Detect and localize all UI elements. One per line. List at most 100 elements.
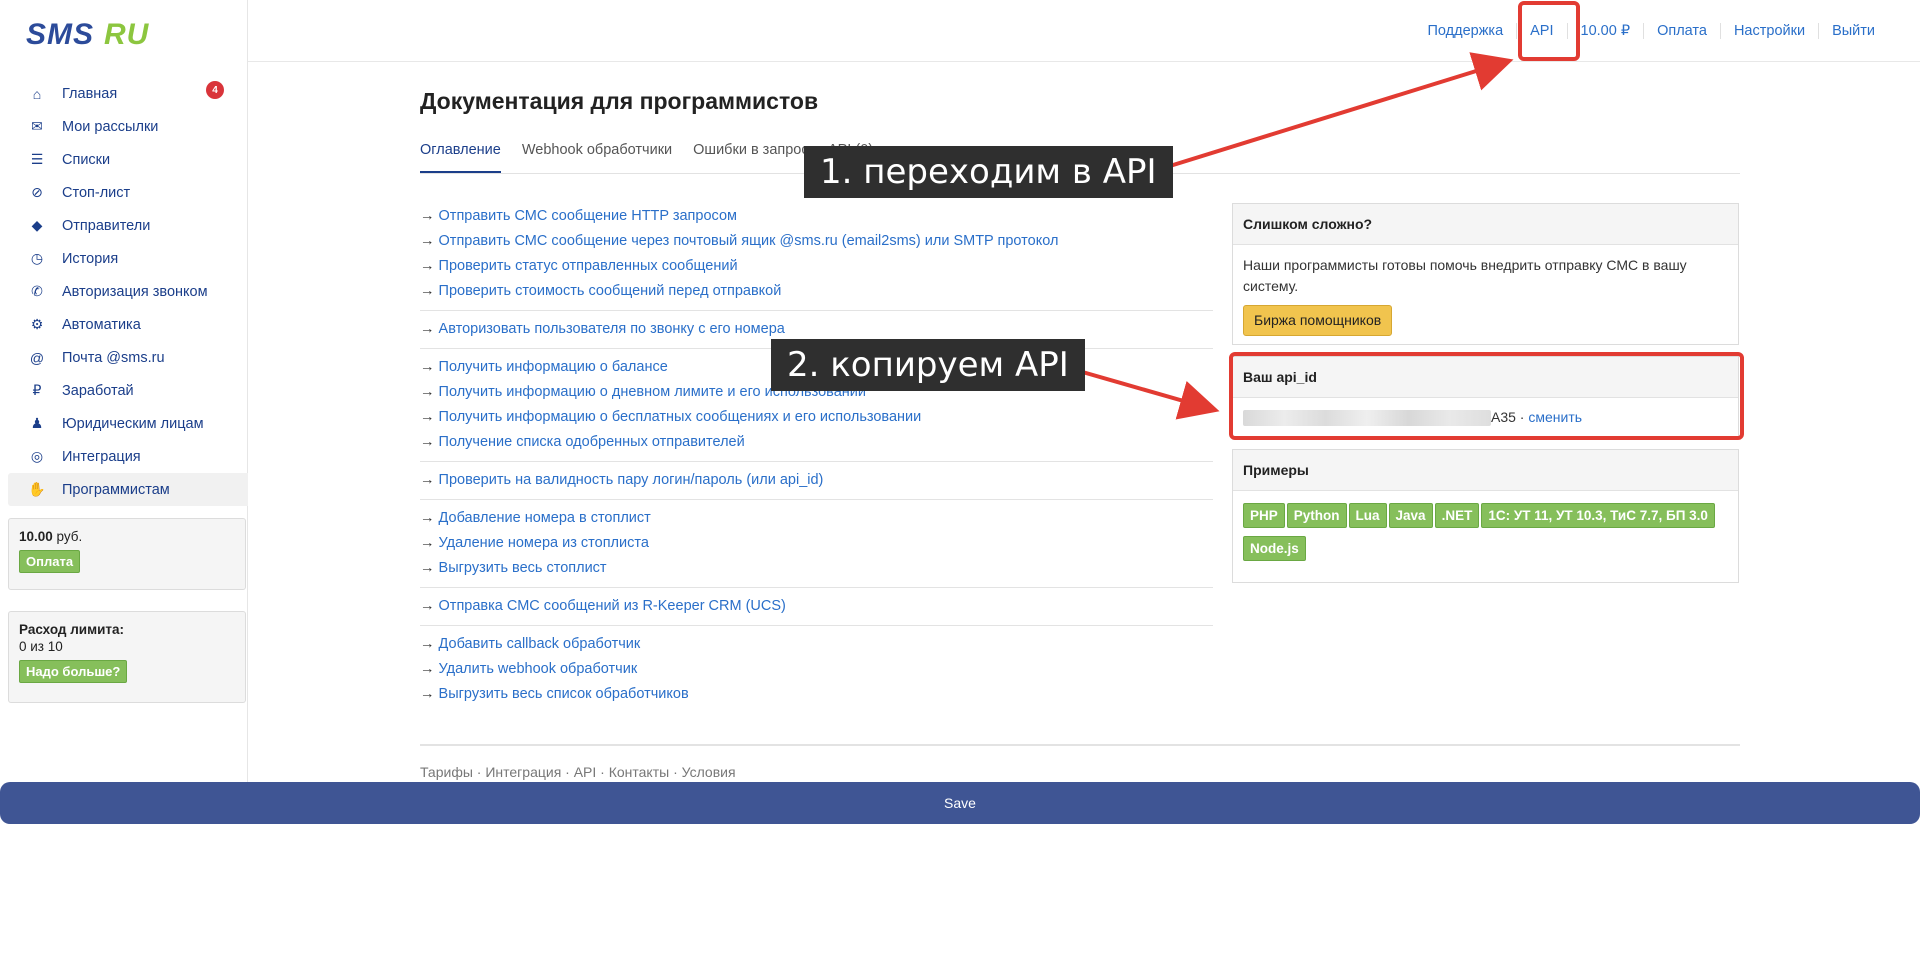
list-icon: ☰ [30, 151, 44, 167]
doc-link-row: → Получение списка одобренных отправител… [420, 430, 1213, 455]
money-icon: ₽ [32, 382, 42, 398]
notification-badge: 4 [206, 81, 224, 99]
example-lang-button[interactable]: Java [1388, 503, 1433, 528]
sidebar-item-9[interactable]: ₽ Заработай [8, 374, 248, 407]
doc-link[interactable]: Отправить СМС сообщение HTTP запросом [439, 208, 737, 224]
sidebar-item-11[interactable]: ◎ Интеграция [8, 440, 248, 473]
sidebar-item-label: Главная [62, 85, 118, 102]
doc-link[interactable]: Выгрузить весь стоплист [439, 560, 607, 576]
doc-link-row: → Отправить СМС сообщение HTTP запросом [420, 204, 1213, 229]
smsru-logo[interactable]: SMS RU [26, 16, 166, 52]
tab-webhooks[interactable]: Webhook обработчики [522, 140, 672, 173]
doc-link[interactable]: Авторизовать пользователя по звонку с ег… [439, 321, 785, 337]
example-lang-button[interactable]: Lua [1348, 503, 1387, 528]
doc-link[interactable]: Удаление номера из стоплиста [439, 535, 649, 551]
doc-link[interactable]: Получить информацию о бесплатных сообщен… [439, 409, 922, 425]
arrow-icon: → [420, 258, 439, 274]
sidebar-item-label: Почта @sms.ru [62, 349, 165, 366]
doc-link-row: → Удаление номера из стоплиста [420, 531, 1213, 556]
doc-link-row: → Получить информацию о бесплатных сообщ… [420, 405, 1213, 430]
sidebar-item-10[interactable]: ♟ Юридическим лицам [8, 407, 248, 440]
sidebar-item-label: Мои рассылки [62, 118, 159, 135]
sidebar-item-0[interactable]: ⌂ Главная 4 [8, 77, 248, 110]
sidebar-item-1[interactable]: ✉ Мои рассылки [8, 110, 248, 143]
sidebar-item-6[interactable]: ✆ Авторизация звонком [8, 275, 248, 308]
footer-links[interactable]: Тарифы · Интеграция · API · Контакты · У… [420, 764, 736, 780]
link-group: → Добавить callback обработчик → Удалить … [420, 626, 1213, 713]
save-button[interactable]: Save [0, 782, 1920, 824]
doc-link-row: → Отправить СМС сообщение через почтовый… [420, 229, 1213, 254]
phone-icon: ✆ [31, 283, 43, 299]
need-more-button[interactable]: Надо больше? [19, 660, 128, 683]
doc-link[interactable]: Отправить СМС сообщение через почтовый я… [439, 233, 1059, 249]
doc-link-row: → Удалить webhook обработчик [420, 657, 1213, 682]
doc-link[interactable]: Проверить на валидность пару логин/парол… [439, 472, 824, 488]
example-lang-button[interactable]: .NET [1434, 503, 1480, 528]
doc-link-row: → Проверить на валидность пару логин/пар… [420, 468, 1213, 493]
tag-icon: ◆ [31, 217, 43, 233]
sidebar-item-4[interactable]: ◆ Отправители [8, 209, 248, 242]
top-link-settings[interactable]: Настройки [1719, 23, 1818, 39]
top-links: Поддержка API 10.00 ₽ Оплата Настройки В… [1414, 23, 1888, 39]
help-panel-title: Слишком сложно? [1233, 204, 1738, 245]
doc-link-row: → Выгрузить весь стоплист [420, 556, 1213, 581]
sidebar-item-8[interactable]: @ Почта @sms.ru [8, 341, 248, 374]
doc-link[interactable]: Удалить webhook обработчик [439, 661, 638, 677]
main-content: Документация для программистов Оглавлени… [420, 88, 1740, 780]
top-link-support[interactable]: Поддержка [1414, 23, 1516, 39]
arrow-icon: → [420, 636, 439, 652]
sidebar-item-5[interactable]: ◷ История [8, 242, 248, 275]
doc-link-row: → Выгрузить весь список обработчиков [420, 682, 1213, 707]
doc-link[interactable]: Добавить callback обработчик [439, 636, 641, 652]
doc-link[interactable]: Отправка СМС сообщений из R-Keeper CRM (… [439, 598, 786, 614]
limit-value: 0 из 10 [19, 639, 63, 654]
sidebar-item-label: Автоматика [62, 316, 141, 333]
example-lang-button[interactable]: Python [1286, 503, 1347, 528]
sidebar-item-label: Авторизация звонком [62, 283, 208, 300]
doc-link[interactable]: Добавление номера в стоплист [439, 510, 651, 526]
doc-link-row: → Отправка СМС сообщений из R-Keeper CRM… [420, 594, 1213, 619]
sidebar: SMS RU ⌂ Главная 4 ✉ Мои рассылки ☰ Списки ⊘ Сто… [0, 0, 248, 782]
arrow-icon: → [420, 384, 439, 400]
arrow-icon: → [420, 472, 439, 488]
arrow-icon: → [420, 321, 439, 337]
arrow-icon: → [420, 535, 439, 551]
link-group: → Отправить СМС сообщение HTTP запросом →… [420, 204, 1213, 311]
doc-link[interactable]: Получение списка одобренных отправителей [439, 434, 745, 450]
page-title: Документация для программистов [420, 88, 819, 114]
home-icon: ⌂ [32, 85, 42, 102]
doc-link[interactable]: Проверить статус отправленных сообщений [439, 258, 738, 274]
examples-panel: Примеры PHP Python Lua Java .NET 1С: УТ 11, У… [1232, 449, 1739, 583]
pay-button[interactable]: Оплата [19, 550, 81, 573]
sidebar-item-label: Стоп-лист [62, 184, 131, 201]
help-panel: Слишком сложно? Наши программисты готовы… [1232, 203, 1739, 345]
doc-link-row: → Добавить callback обработчик [420, 632, 1213, 657]
sidebar-item-12[interactable]: ✋ Программистам [8, 473, 248, 506]
doc-link[interactable]: Проверить стоимость сообщений перед отпр… [439, 283, 782, 299]
sidebar-item-2[interactable]: ☰ Списки [8, 143, 248, 176]
sidebar-item-3[interactable]: ⊘ Стоп-лист [8, 176, 248, 209]
doc-link[interactable]: Получить информацию о балансе [439, 359, 668, 375]
helpers-exchange-button[interactable]: Биржа помощников [1243, 305, 1393, 336]
sidebar-item-7[interactable]: ⚙ Автоматика [8, 308, 248, 341]
balance-box: 10.00 руб. Оплата [8, 518, 246, 590]
api-highlight-box [1518, 1, 1580, 61]
arrow-icon: → [420, 359, 439, 375]
integration-icon: ◎ [30, 448, 44, 464]
limit-box: Расход лимита: 0 из 10 Надо больше? [8, 611, 246, 703]
example-lang-button[interactable]: 1С: УТ 11, УТ 10.3, ТиС 7.7, БП 3.0 [1481, 503, 1715, 528]
help-panel-text: Наши программисты готовы помочь внедрить… [1243, 257, 1687, 294]
doc-link[interactable]: Выгрузить весь список обработчиков [439, 686, 689, 702]
sidebar-nav: ⌂ Главная 4 ✉ Мои рассылки ☰ Списки ⊘ Стоп-лист ◆… [8, 77, 248, 506]
mailings-icon: ✉ [31, 118, 43, 134]
sidebar-item-label: Юридическим лицам [62, 415, 204, 432]
example-lang-button[interactable]: Node.js [1243, 536, 1306, 561]
example-lang-button[interactable]: PHP [1243, 503, 1285, 528]
sidebar-item-label: Программистам [62, 481, 170, 498]
sidebar-item-label: История [62, 250, 119, 267]
doc-link-row: → Проверить статус отправленных сообщени… [420, 254, 1213, 279]
arrow-icon: → [420, 283, 439, 299]
tab-contents[interactable]: Оглавление [420, 140, 501, 173]
top-link-pay[interactable]: Оплата [1643, 23, 1720, 39]
top-link-logout[interactable]: Выйти [1818, 23, 1888, 39]
